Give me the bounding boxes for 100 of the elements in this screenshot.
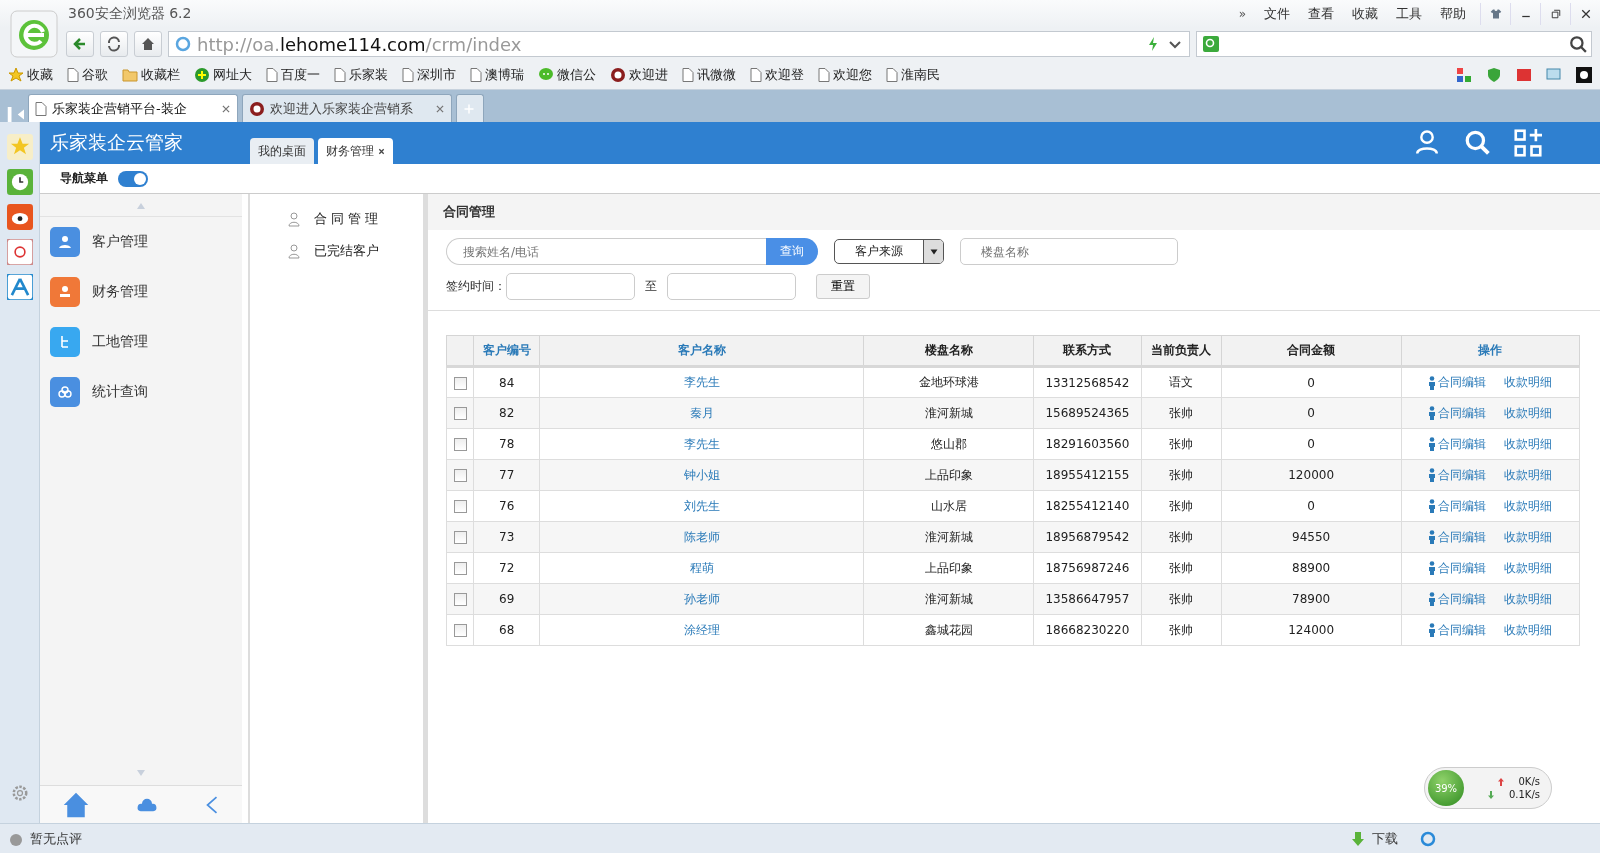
reset-button[interactable]: 重置 <box>816 274 870 299</box>
search-field[interactable]: 搜索姓名/电话 <box>446 238 766 265</box>
edit-contract-link[interactable]: 合同编辑 <box>1428 404 1487 422</box>
payment-details-link[interactable]: 收款明细 <box>1504 590 1553 608</box>
bookmark[interactable]: 网址大 <box>194 65 252 84</box>
new-tab-button[interactable] <box>456 94 484 122</box>
browser-tab[interactable]: 欢迎进入乐家装企营销系 <box>242 94 452 122</box>
table-cell: 上品印象 <box>863 459 1034 491</box>
customer-link[interactable]: 程萌 <box>539 552 864 584</box>
edit-contract-link[interactable]: 合同编辑 <box>1428 435 1487 453</box>
start-date-field[interactable] <box>506 273 635 300</box>
bookmark[interactable]: 收藏栏 <box>122 65 180 84</box>
person-icon <box>1428 561 1437 575</box>
payment-details-link[interactable]: 收款明细 <box>1504 374 1553 391</box>
row-checkbox[interactable] <box>453 500 467 513</box>
table-cell: 淮河新城 <box>863 397 1034 429</box>
customer-link[interactable]: 钟小姐 <box>539 459 864 491</box>
menu-item[interactable]: 收藏 <box>1352 5 1378 23</box>
bookmark[interactable]: 微信公 <box>538 65 596 84</box>
bookmark[interactable]: 深圳市 <box>402 65 456 84</box>
edit-contract-link[interactable]: 合同编辑 <box>1428 621 1487 639</box>
row-checkbox[interactable] <box>453 593 467 606</box>
bookmark[interactable]: 欢迎您 <box>818 65 872 84</box>
payment-details-link[interactable]: 收款明细 <box>1504 559 1553 577</box>
edit-contract-link[interactable]: 合同编辑 <box>1428 559 1487 577</box>
row-checkbox[interactable] <box>453 531 467 544</box>
edit-contract-link[interactable]: 合同编辑 <box>1428 497 1487 515</box>
edit-contract-link[interactable]: 合同编辑 <box>1428 374 1487 391</box>
source-select[interactable]: 客户来源 <box>834 239 944 264</box>
search-field[interactable] <box>1196 31 1592 57</box>
row-checkbox[interactable] <box>453 469 467 482</box>
sidebar-item[interactable]: 工地管理 <box>50 327 232 357</box>
end-date-field[interactable] <box>667 273 796 300</box>
submenu-item[interactable]: 已完结客户 <box>286 242 423 260</box>
customer-link[interactable]: 孙老师 <box>539 583 864 615</box>
back-button[interactable] <box>66 31 94 57</box>
up-arrow-icon <box>1496 776 1505 787</box>
home-button[interactable] <box>134 31 162 57</box>
address-bar[interactable]: http://oa.lehome114.com/crm/index <box>168 31 1190 57</box>
nav-toggle[interactable] <box>118 170 148 187</box>
search-engine-icon <box>1203 36 1219 52</box>
bookmark[interactable]: 收藏 <box>8 65 53 84</box>
app-tab[interactable]: 我的桌面 <box>250 138 314 164</box>
browser-tab[interactable]: 乐家装企营销平台-装企 <box>28 94 238 122</box>
row-checkbox[interactable] <box>453 376 467 390</box>
customer-link[interactable]: 陈老师 <box>539 521 864 553</box>
seal-icon <box>610 66 626 83</box>
row-checkbox[interactable] <box>453 438 467 451</box>
clock-icon <box>6 169 33 195</box>
customer-link[interactable]: 李先生 <box>539 366 864 398</box>
table-cell: 82 <box>473 397 540 429</box>
bookmark[interactable]: 欢迎登 <box>750 65 804 84</box>
person-icon <box>286 211 302 227</box>
edit-contract-link[interactable]: 合同编辑 <box>1428 466 1487 484</box>
bookmark[interactable]: 讯微微 <box>682 65 736 84</box>
row-checkbox[interactable] <box>453 624 467 637</box>
user-icon <box>1414 129 1440 155</box>
edit-contract-link[interactable]: 合同编辑 <box>1428 590 1487 608</box>
payment-details-link[interactable]: 收款明细 <box>1504 435 1553 453</box>
row-checkbox[interactable] <box>453 407 467 420</box>
customer-link[interactable]: 秦月 <box>539 397 864 429</box>
customer-link[interactable]: 涂经理 <box>539 614 864 646</box>
menu-item[interactable]: 文件 <box>1264 5 1290 23</box>
payment-details-link[interactable]: 收款明细 <box>1504 466 1553 484</box>
folder-icon <box>122 66 138 83</box>
star-icon <box>8 66 24 83</box>
customer-link[interactable]: 刘先生 <box>539 490 864 522</box>
globe-icon <box>175 36 191 52</box>
menu-item[interactable]: 查看 <box>1308 5 1334 23</box>
bookmark[interactable]: 欢迎进 <box>610 65 668 84</box>
bookmark[interactable]: 乐家装 <box>334 65 388 84</box>
payment-details-link[interactable]: 收款明细 <box>1504 528 1553 546</box>
payment-details-link[interactable]: 收款明细 <box>1504 404 1553 422</box>
bookmark[interactable]: 澳博瑞 <box>470 65 524 84</box>
submenu-item[interactable]: 合 同 管 理 <box>286 210 423 228</box>
edit-contract-link[interactable]: 合同编辑 <box>1428 528 1487 546</box>
menu-item[interactable]: 帮助 <box>1440 5 1466 23</box>
customer-link[interactable]: 李先生 <box>539 428 864 460</box>
window-title: 360安全浏览器 6.2 <box>68 5 193 23</box>
bookmark[interactable]: 百度一 <box>266 65 320 84</box>
column-header: 操作 <box>1401 335 1580 367</box>
table-cell: 13586647957 <box>1033 583 1142 615</box>
bookmark[interactable]: 淮南民 <box>886 65 940 84</box>
building-field[interactable]: 楼盘名称 <box>960 238 1178 265</box>
app-tab[interactable]: 财务管理 <box>318 138 393 164</box>
table-cell: 18955412155 <box>1033 459 1142 491</box>
date-separator: 至 <box>645 278 657 295</box>
payment-details-link[interactable]: 收款明细 <box>1504 497 1553 515</box>
apps-icon <box>1456 66 1472 83</box>
sidebar-item[interactable]: 客户管理 <box>50 227 232 257</box>
row-checkbox[interactable] <box>453 562 467 575</box>
payment-details-link[interactable]: 收款明细 <box>1504 621 1553 639</box>
more-button[interactable]: » <box>1238 7 1246 21</box>
menu-item[interactable]: 工具 <box>1396 5 1422 23</box>
table-cell: 张帅 <box>1141 490 1222 522</box>
sidebar-item[interactable]: 财务管理 <box>50 277 232 307</box>
bookmark[interactable]: 谷歌 <box>67 65 108 84</box>
download-link[interactable]: 下载 <box>1372 829 1398 848</box>
sidebar-item[interactable]: 统计查询 <box>50 377 232 407</box>
refresh-button[interactable] <box>100 31 128 57</box>
